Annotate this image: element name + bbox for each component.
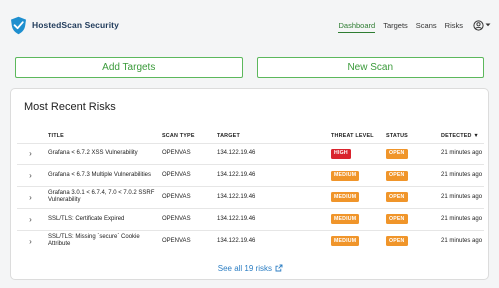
- threat-level-badge: MEDIUM: [331, 170, 360, 181]
- user-menu[interactable]: [473, 19, 491, 31]
- expand-chevron-icon[interactable]: ›: [17, 229, 44, 252]
- add-targets-button[interactable]: Add Targets: [15, 57, 243, 78]
- external-link-icon: [274, 264, 283, 273]
- expand-chevron-icon[interactable]: ›: [17, 186, 44, 209]
- risk-title: SSL/TLS: Certificate Expired: [44, 207, 158, 231]
- card-title: Most Recent Risks: [24, 101, 116, 113]
- header-detected[interactable]: DETECTED ▼: [437, 121, 484, 143]
- table-row[interactable]: › SSL/TLS: Certificate Expired OPENVAS 134.…: [17, 207, 484, 231]
- risk-detected: 21 minutes ago: [437, 142, 484, 165]
- risk-threat-cell: MEDIUM: [327, 207, 382, 231]
- caret-down-icon: [485, 23, 491, 27]
- user-circle-icon: [473, 19, 484, 31]
- recent-risks-card: Most Recent Risks TITLE SCAN TYPE TARGET…: [10, 88, 489, 280]
- risk-threat-cell: HIGH: [327, 142, 382, 165]
- risks-table: TITLE SCAN TYPE TARGET THREAT LEVEL STAT…: [17, 121, 484, 252]
- expand-chevron-icon[interactable]: ›: [17, 142, 44, 165]
- nav-links: Dashboard Targets Scans Risks: [338, 18, 491, 33]
- action-buttons: Add Targets New Scan: [15, 57, 484, 78]
- threat-level-badge: HIGH: [331, 148, 351, 159]
- status-badge: OPEN: [386, 236, 408, 247]
- risk-scan-type: OPENVAS: [158, 207, 213, 231]
- risk-status-cell: OPEN: [382, 186, 437, 209]
- table-row[interactable]: › Grafana 3.0.1 < 6.7.4, 7.0 < 7.0.2 SSRF…: [17, 186, 484, 209]
- risk-title: SSL/TLS: Missing `secure` Cookie Attribu…: [44, 229, 158, 252]
- threat-level-badge: MEDIUM: [331, 214, 360, 225]
- header-expand: [17, 121, 44, 143]
- table-row[interactable]: › Grafana < 6.7.2 XSS Vulnerability OPENVA…: [17, 142, 484, 165]
- table-row[interactable]: › SSL/TLS: Missing `secure` Cookie Attrib…: [17, 229, 484, 252]
- risk-threat-cell: MEDIUM: [327, 229, 382, 252]
- header-threat-level[interactable]: THREAT LEVEL: [327, 121, 382, 143]
- expand-chevron-icon[interactable]: ›: [17, 207, 44, 231]
- shield-logo-icon: [10, 16, 27, 35]
- nav-scans[interactable]: Scans: [416, 18, 437, 33]
- brand[interactable]: HostedScan Security: [10, 16, 119, 35]
- header-title[interactable]: TITLE: [44, 121, 158, 143]
- risk-scan-type: OPENVAS: [158, 142, 213, 165]
- table-header-row: TITLE SCAN TYPE TARGET THREAT LEVEL STAT…: [17, 121, 484, 143]
- header-scan-type[interactable]: SCAN TYPE: [158, 121, 213, 143]
- risk-title: Grafana < 6.7.3 Multiple Vulnerabilities: [44, 164, 158, 187]
- header-status[interactable]: STATUS: [382, 121, 437, 143]
- risk-scan-type: OPENVAS: [158, 186, 213, 209]
- header-target[interactable]: TARGET: [213, 121, 327, 143]
- risk-title: Grafana 3.0.1 < 6.7.4, 7.0 < 7.0.2 SSRF …: [44, 186, 158, 209]
- risk-status-cell: OPEN: [382, 142, 437, 165]
- risk-target: 134.122.19.46: [213, 229, 327, 252]
- see-all-risks-link[interactable]: See all 19 risks: [11, 264, 490, 273]
- risk-target: 134.122.19.46: [213, 186, 327, 209]
- risk-scan-type: OPENVAS: [158, 229, 213, 252]
- risk-status-cell: OPEN: [382, 164, 437, 187]
- expand-chevron-icon[interactable]: ›: [17, 164, 44, 187]
- new-scan-button[interactable]: New Scan: [256, 57, 484, 78]
- risk-title: Grafana < 6.7.2 XSS Vulnerability: [44, 142, 158, 165]
- threat-level-badge: MEDIUM: [331, 192, 360, 203]
- risk-target: 134.122.19.46: [213, 142, 327, 165]
- brand-name: HostedScan Security: [32, 20, 119, 30]
- risk-status-cell: OPEN: [382, 229, 437, 252]
- nav-risks[interactable]: Risks: [445, 18, 463, 33]
- status-badge: OPEN: [386, 148, 408, 159]
- risk-detected: 21 minutes ago: [437, 229, 484, 252]
- risk-detected: 21 minutes ago: [437, 186, 484, 209]
- risk-scan-type: OPENVAS: [158, 164, 213, 187]
- risk-target: 134.122.19.46: [213, 207, 327, 231]
- status-badge: OPEN: [386, 170, 408, 181]
- risk-detected: 21 minutes ago: [437, 164, 484, 187]
- risk-target: 134.122.19.46: [213, 164, 327, 187]
- risk-status-cell: OPEN: [382, 207, 437, 231]
- risk-threat-cell: MEDIUM: [327, 186, 382, 209]
- status-badge: OPEN: [386, 192, 408, 203]
- risk-threat-cell: MEDIUM: [327, 164, 382, 187]
- nav-targets[interactable]: Targets: [383, 18, 408, 33]
- status-badge: OPEN: [386, 214, 408, 225]
- table-row[interactable]: › Grafana < 6.7.3 Multiple Vulnerabilitie…: [17, 164, 484, 187]
- nav-dashboard[interactable]: Dashboard: [338, 18, 376, 33]
- risk-detected: 21 minutes ago: [437, 207, 484, 231]
- top-navbar: HostedScan Security Dashboard Targets Sc…: [0, 0, 499, 50]
- threat-level-badge: MEDIUM: [331, 236, 360, 247]
- see-all-label: See all 19 risks: [217, 264, 272, 273]
